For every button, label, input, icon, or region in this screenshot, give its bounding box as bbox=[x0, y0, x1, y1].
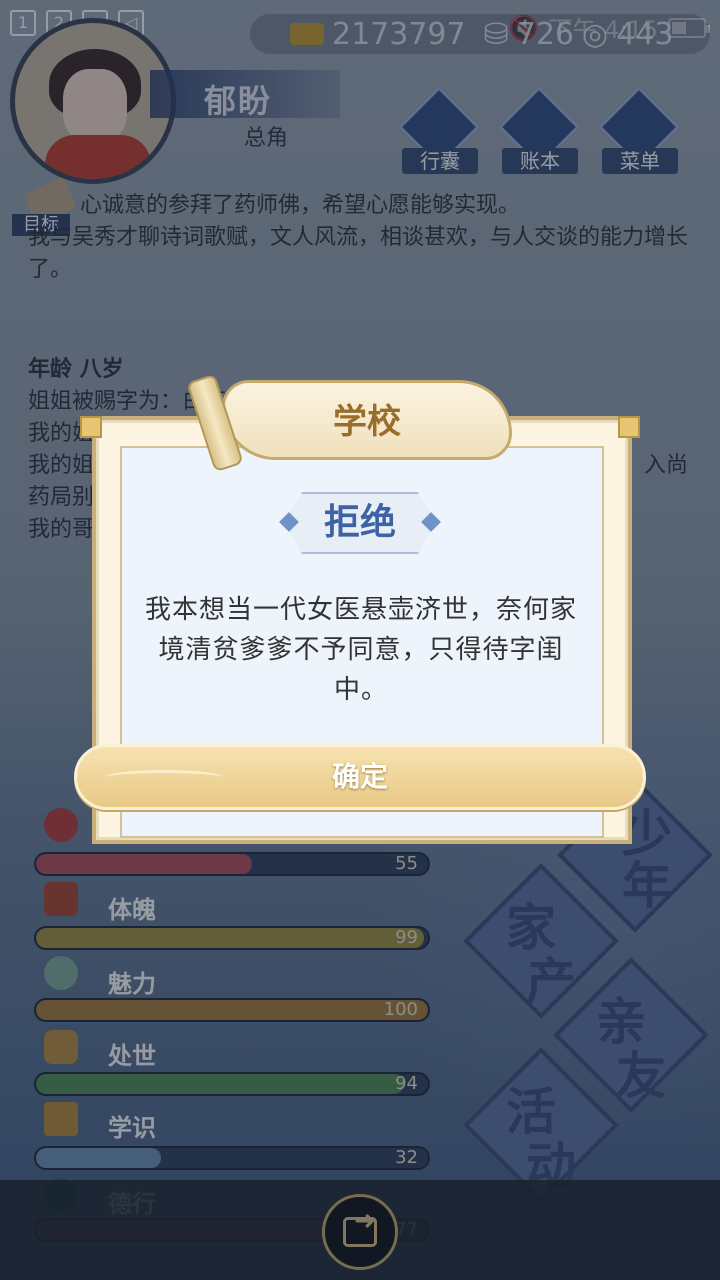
dialog-title: 学校 bbox=[333, 402, 401, 442]
dialog-message: 我本想当一代女医悬壶济世，奈何家境清贫爹爹不予同意，只得待字闺中。 bbox=[144, 595, 577, 705]
frame-corner bbox=[618, 416, 640, 438]
result-text: 拒绝 bbox=[323, 502, 396, 543]
confirm-label[interactable]: 确定 bbox=[74, 744, 646, 810]
frame-corner bbox=[80, 416, 102, 438]
